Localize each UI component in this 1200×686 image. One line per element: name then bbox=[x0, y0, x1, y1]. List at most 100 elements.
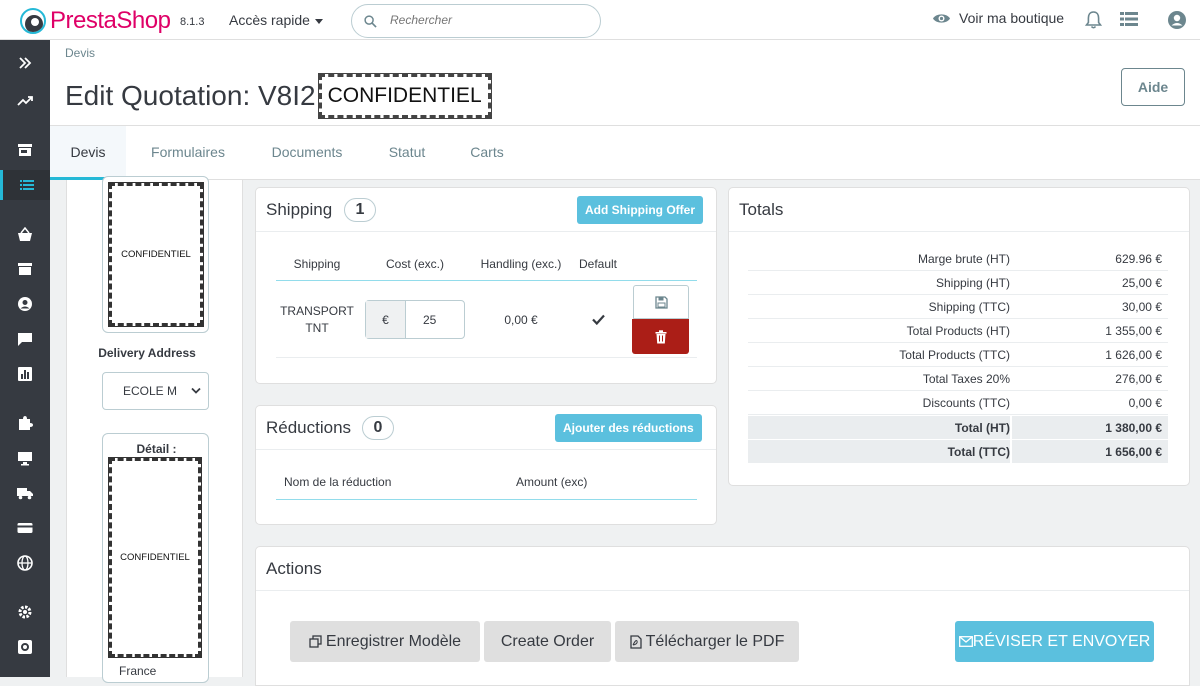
quotations-list-icon[interactable] bbox=[0, 170, 50, 200]
carrier-name-line1: TRANSPORT bbox=[280, 304, 354, 318]
save-shipping-button[interactable] bbox=[633, 285, 689, 319]
totals-panel: Totals Marge brute (HT) 629.96 € Shipping… bbox=[728, 187, 1190, 486]
download-pdf-label: Télécharger le PDF bbox=[645, 632, 785, 650]
col-header-shipping: Shipping bbox=[293, 257, 341, 271]
totals-row: Discounts (TTC) 0,00 € bbox=[748, 391, 1168, 415]
totals-row: Total Products (TTC) 1 626,00 € bbox=[748, 343, 1168, 367]
delete-shipping-button[interactable] bbox=[632, 319, 689, 354]
list-icon[interactable] bbox=[1120, 11, 1138, 27]
table-header-divider bbox=[276, 280, 697, 281]
stats-icon[interactable] bbox=[0, 359, 50, 389]
page-title-text: Edit Quotation: V8I2 bbox=[65, 80, 316, 111]
totals-row-label: Shipping (HT) bbox=[935, 276, 1010, 290]
version-label: 8.1.3 bbox=[180, 16, 205, 28]
totals-row-label: Total Products (HT) bbox=[906, 324, 1010, 338]
tab-formulaires[interactable]: Formulaires bbox=[138, 126, 238, 180]
totals-panel-header: Totals bbox=[729, 188, 1189, 232]
delivery-address-value: ECOLE M bbox=[123, 384, 178, 398]
page-title: Edit Quotation: V8I2 CONFIDENTIEL bbox=[65, 73, 492, 119]
cell-separator bbox=[1010, 440, 1012, 464]
basket-icon[interactable] bbox=[0, 220, 50, 250]
prestashop-logo[interactable]: PrestaShop bbox=[20, 7, 171, 35]
shipping-count-badge: 1 bbox=[344, 198, 376, 222]
tab-statut[interactable]: Statut bbox=[378, 126, 436, 180]
reductions-count-badge: 0 bbox=[362, 416, 394, 440]
totals-row-value: 276,00 € bbox=[1115, 372, 1162, 386]
breadcrumb[interactable]: Devis bbox=[65, 46, 95, 60]
store-icon[interactable] bbox=[0, 135, 50, 165]
customer-column: CONFIDENTIEL Delivery Address ECOLE M Dé… bbox=[66, 176, 243, 683]
download-pdf-button[interactable]: Télécharger le PDF bbox=[615, 621, 799, 662]
catalog-store-icon[interactable] bbox=[0, 254, 50, 284]
review-and-send-button[interactable]: RÉVISER ET ENVOYER bbox=[955, 621, 1154, 662]
search-icon bbox=[364, 15, 377, 28]
totals-row-value: 0,00 € bbox=[1128, 396, 1162, 410]
totals-row-value: 1 626,00 € bbox=[1105, 348, 1162, 362]
help-button[interactable]: Aide bbox=[1121, 68, 1185, 106]
tab-carts[interactable]: Carts bbox=[458, 126, 516, 180]
messages-icon[interactable] bbox=[0, 324, 50, 354]
reductions-title: Réductions bbox=[266, 418, 352, 437]
delivery-address-select[interactable]: ECOLE M bbox=[102, 372, 209, 410]
tab-documents[interactable]: Documents bbox=[258, 126, 356, 180]
trending-up-icon[interactable] bbox=[0, 86, 50, 116]
logo-text: PrestaShop bbox=[50, 7, 171, 34]
col-header-default: Default bbox=[578, 257, 618, 271]
advanced-settings-icon[interactable] bbox=[0, 632, 50, 662]
total-ttc-value: 1 656,00 € bbox=[1105, 445, 1162, 459]
totals-row-label: Total Products (TTC) bbox=[899, 348, 1010, 362]
totals-row-value: 1 355,00 € bbox=[1105, 324, 1162, 338]
reductions-panel: Réductions 0 Ajouter des réductions Nom … bbox=[255, 405, 717, 525]
puffin-logo-icon bbox=[20, 8, 46, 34]
design-monitor-icon[interactable] bbox=[0, 443, 50, 473]
eye-icon bbox=[933, 13, 950, 23]
customers-icon[interactable] bbox=[0, 289, 50, 319]
shipping-panel-header: Shipping 1 Add Shipping Offer bbox=[256, 188, 716, 232]
detail-label: Détail : bbox=[136, 442, 177, 456]
create-order-button[interactable]: Create Order bbox=[484, 621, 611, 662]
tab-devis[interactable]: Devis bbox=[50, 126, 126, 180]
redacted-stamp: CONFIDENTIEL bbox=[317, 73, 492, 119]
top-bar: PrestaShop 8.1.3 Accès rapide Voir ma bo… bbox=[0, 0, 1200, 40]
view-shop-link[interactable]: Voir ma boutique bbox=[932, 10, 1064, 26]
search-box[interactable] bbox=[351, 4, 601, 38]
redacted-address: CONFIDENTIEL bbox=[108, 182, 204, 327]
bell-icon[interactable] bbox=[1085, 10, 1102, 30]
totals-row: Shipping (TTC) 30,00 € bbox=[748, 295, 1168, 319]
modules-puzzle-icon[interactable] bbox=[0, 408, 50, 438]
payment-card-icon[interactable] bbox=[0, 513, 50, 543]
shipping-title: Shipping bbox=[266, 200, 333, 219]
international-globe-icon[interactable] bbox=[0, 548, 50, 578]
totals-title: Totals bbox=[739, 200, 784, 219]
totals-row-label: Total Taxes 20% bbox=[922, 372, 1010, 386]
detail-card: Détail : CONFIDENTIEL France bbox=[102, 433, 209, 683]
settings-gear-icon[interactable] bbox=[0, 597, 50, 627]
totals-row-value: 30,00 € bbox=[1121, 300, 1162, 314]
shipping-panel: Shipping 1 Add Shipping Offer Shipping C… bbox=[255, 187, 717, 384]
save-model-label: Enregistrer Modèle bbox=[325, 632, 462, 650]
totals-row-label: Discounts (TTC) bbox=[922, 396, 1010, 410]
view-shop-label: Voir ma boutique bbox=[959, 10, 1065, 26]
check-icon bbox=[592, 314, 605, 325]
shipping-cost-field[interactable]: € 25 bbox=[365, 300, 465, 339]
save-model-button[interactable]: Enregistrer Modèle bbox=[290, 621, 480, 662]
quick-access-label: Accès rapide bbox=[229, 12, 310, 28]
totals-row-label: Shipping (TTC) bbox=[928, 300, 1010, 314]
shipping-cost-input[interactable]: 25 bbox=[406, 301, 464, 338]
user-account-icon[interactable] bbox=[1167, 10, 1187, 30]
total-ttc-row: Total (TTC) 1 656,00 € bbox=[748, 439, 1168, 464]
add-shipping-offer-button[interactable]: Add Shipping Offer bbox=[577, 196, 703, 224]
carrier-name-line2: TNT bbox=[305, 321, 329, 335]
total-ht-value: 1 380,00 € bbox=[1105, 421, 1162, 435]
review-and-send-label: RÉVISER ET ENVOYER bbox=[972, 632, 1151, 650]
add-reductions-button[interactable]: Ajouter des réductions bbox=[555, 414, 702, 442]
quick-access-dropdown[interactable]: Accès rapide bbox=[229, 12, 323, 28]
redacted-detail: CONFIDENTIEL bbox=[108, 457, 202, 658]
search-input[interactable] bbox=[390, 13, 580, 27]
actions-title: Actions bbox=[266, 559, 322, 578]
shipping-truck-icon[interactable] bbox=[0, 478, 50, 508]
page-header: Devis Edit Quotation: V8I2 CONFIDENTIEL … bbox=[50, 40, 1200, 126]
collapse-sidebar-icon[interactable] bbox=[0, 48, 50, 78]
total-ht-label: Total (HT) bbox=[954, 421, 1010, 435]
delivery-address-label: Delivery Address bbox=[98, 346, 196, 360]
